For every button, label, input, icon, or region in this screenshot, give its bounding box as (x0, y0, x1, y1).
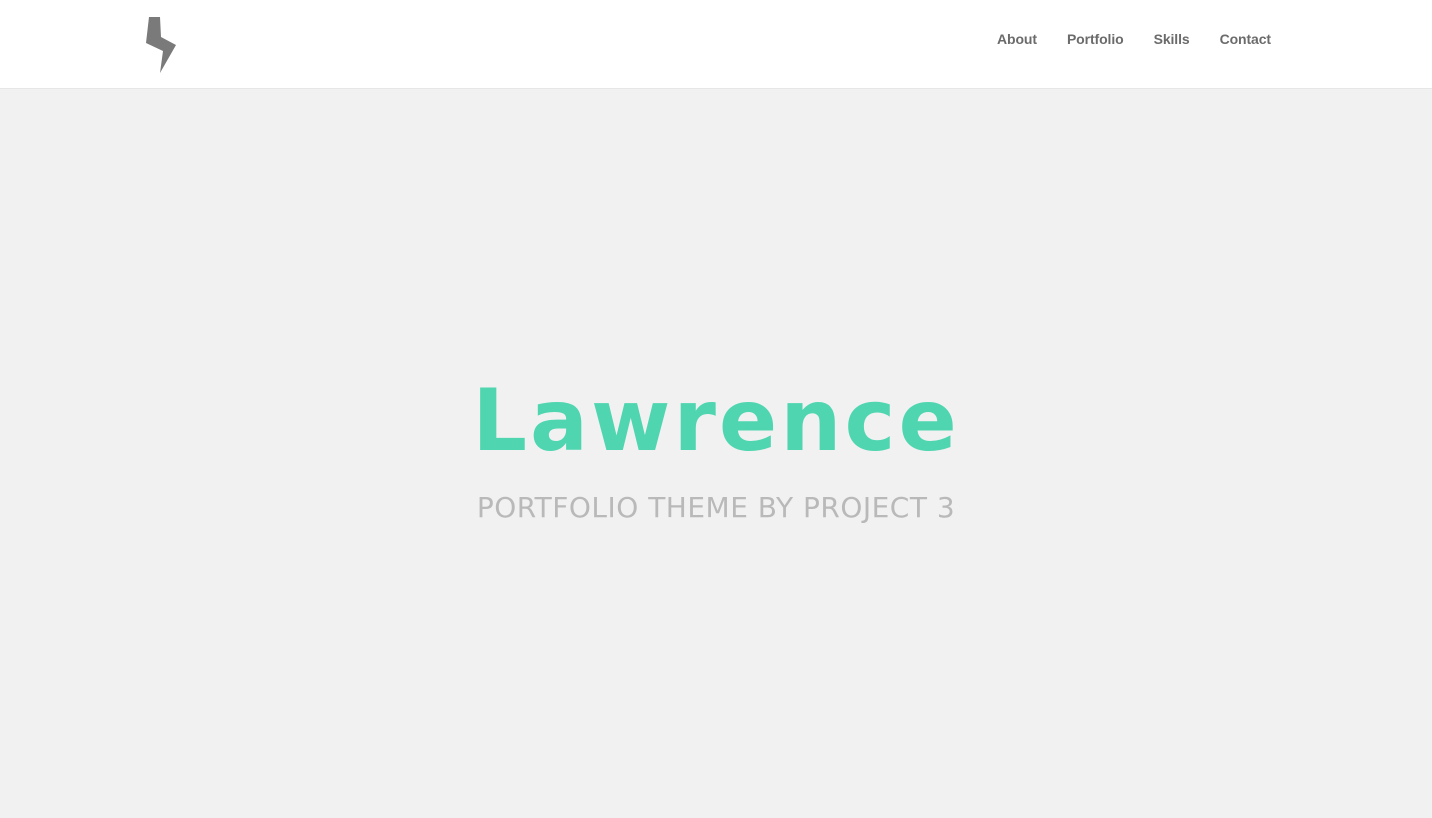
hero-section: Lawrence PORTFOLIO THEME BY PROJECT 3 (0, 89, 1432, 818)
navbar: About Portfolio Skills Contact (0, 0, 1432, 89)
main-nav: About Portfolio Skills Contact (997, 0, 1271, 78)
hero-subtitle: PORTFOLIO THEME BY PROJECT 3 (476, 491, 956, 524)
nav-skills-link[interactable]: Skills (1154, 31, 1190, 47)
nav-contact-link[interactable]: Contact (1220, 31, 1272, 47)
nav-about-link[interactable]: About (997, 31, 1037, 47)
lightning-bolt-icon (146, 17, 176, 73)
logo-link[interactable] (144, 15, 180, 75)
nav-portfolio-link[interactable]: Portfolio (1067, 31, 1124, 47)
hero-title: Lawrence (472, 371, 960, 471)
